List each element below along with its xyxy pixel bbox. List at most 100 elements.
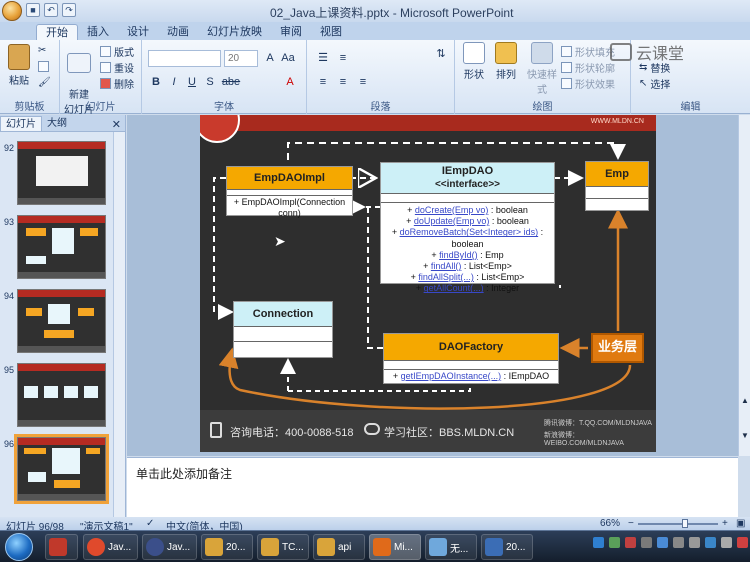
tab-slides[interactable]: 幻灯片 xyxy=(0,116,42,131)
tab-animation[interactable]: 动画 xyxy=(158,24,198,40)
taskbar-button[interactable]: 20... xyxy=(201,534,253,560)
tray-icon[interactable] xyxy=(721,537,732,548)
quick-styles-label: 快速样式 xyxy=(527,70,557,96)
shape-effects-button[interactable]: 形状效果 xyxy=(561,76,615,91)
tray-icon[interactable] xyxy=(737,537,748,548)
next-slide-icon[interactable]: ▼ xyxy=(741,431,749,440)
taskbar-button[interactable]: 20... xyxy=(481,534,533,560)
slide-footer: 咨询电话：400-0088-518 学习社区：BBS.MLDN.CN 腾讯微博：… xyxy=(200,410,656,452)
underline-button[interactable]: U xyxy=(184,74,200,90)
align-center-icon[interactable]: ≡ xyxy=(335,74,351,90)
grow-font-button[interactable]: A xyxy=(262,50,278,66)
network-icon[interactable] xyxy=(673,537,684,548)
layout-button[interactable]: 版式 xyxy=(100,44,134,59)
numbering-icon[interactable]: ≡ xyxy=(335,50,351,66)
taskbar-button[interactable]: Jav... xyxy=(142,534,197,560)
tab-view[interactable]: 视图 xyxy=(311,24,351,40)
close-icon[interactable]: ✕ xyxy=(112,118,121,131)
slide-thumbnail[interactable]: 93 xyxy=(0,213,114,283)
slide-panel-scrollbar[interactable] xyxy=(113,132,125,517)
font-name-field[interactable] xyxy=(148,50,221,67)
copy-icon[interactable] xyxy=(38,61,49,72)
shape-outline-label: 形状轮廓 xyxy=(575,64,615,75)
volume-icon[interactable] xyxy=(689,537,700,548)
taskbar-button[interactable]: 无... xyxy=(425,534,477,560)
taskbar-button[interactable] xyxy=(45,534,78,560)
operation: + doUpdate(Emp vo) : boolean xyxy=(406,216,529,227)
new-slide-icon xyxy=(67,53,91,73)
taskbar-button[interactable]: TC... xyxy=(257,534,309,560)
office-button[interactable] xyxy=(2,1,22,21)
taskbar: Jav... Jav... 20... TC... api Mi... 无...… xyxy=(0,530,750,562)
zoom-slider-thumb[interactable] xyxy=(682,519,688,528)
tray-icon[interactable] xyxy=(641,537,652,548)
italic-button[interactable]: I xyxy=(166,74,182,90)
connection-class: Connection xyxy=(233,301,333,358)
text-direction-icon[interactable]: ⇅ xyxy=(433,46,449,62)
align-left-icon[interactable]: ≡ xyxy=(315,74,331,90)
help-icon[interactable] xyxy=(593,537,604,548)
zoom-in-icon[interactable]: + xyxy=(722,518,728,529)
paste-icon xyxy=(8,44,30,70)
tray-icon[interactable] xyxy=(705,537,716,548)
slide-thumbnail[interactable]: 92 xyxy=(0,139,114,209)
zoom-out-icon[interactable]: − xyxy=(628,518,634,529)
bullets-icon[interactable]: ☰ xyxy=(315,50,331,66)
shape-fill-button[interactable]: 形状填充 xyxy=(561,44,615,59)
shadow-button[interactable]: S xyxy=(202,74,218,90)
iempdao-header: IEmpDAO <<interface>> xyxy=(381,163,554,193)
slide-thumbnail[interactable]: 95 xyxy=(0,361,114,431)
taskbar-button-active[interactable]: Mi... xyxy=(369,534,421,560)
taskbar-button[interactable]: Jav... xyxy=(83,534,138,560)
tray-icon[interactable] xyxy=(609,537,620,548)
shapes-button[interactable]: 形状 xyxy=(459,42,489,81)
slide-thumbnail[interactable]: 94 xyxy=(0,287,114,357)
prev-slide-icon[interactable]: ▲ xyxy=(741,396,749,405)
tray-icon[interactable] xyxy=(625,537,636,548)
strike-button[interactable]: abe xyxy=(220,74,242,90)
folder-icon xyxy=(261,538,279,556)
shapes-label: 形状 xyxy=(464,70,484,81)
delete-button[interactable]: 删除 xyxy=(100,76,134,91)
status-zoom[interactable]: 66% xyxy=(600,518,620,529)
operation: + findById() : Emp xyxy=(431,249,504,260)
font-color-button[interactable]: A xyxy=(282,74,298,90)
redo-icon[interactable]: ↷ xyxy=(62,3,76,17)
zoom-slider[interactable] xyxy=(638,523,718,525)
notes-placeholder[interactable]: 单击此处添加备注 xyxy=(136,465,232,482)
align-right-icon[interactable]: ≡ xyxy=(355,74,371,90)
tab-review[interactable]: 审阅 xyxy=(271,24,311,40)
select-button[interactable]: ↖ 选择 xyxy=(639,76,670,91)
tab-home[interactable]: 开始 xyxy=(36,24,78,40)
reset-button[interactable]: 重设 xyxy=(100,60,134,75)
taskbar-button[interactable]: api xyxy=(313,534,365,560)
delete-icon xyxy=(100,78,111,89)
tray-icon[interactable] xyxy=(657,537,668,548)
footer-phone: 咨询电话：400-0088-518 xyxy=(230,427,354,439)
connection-attrs xyxy=(234,326,332,341)
tab-slideshow[interactable]: 幻灯片放映 xyxy=(198,24,271,40)
spellcheck-icon[interactable]: ✓ xyxy=(146,518,154,529)
editor-scrollbar[interactable]: ▲ ▼ xyxy=(738,115,750,456)
drawing-group: 形状 排列 快速样式 形状填充 形状轮廓 形状效果 绘图 xyxy=(455,40,631,114)
start-button[interactable] xyxy=(5,533,33,561)
slide-thumbnail-selected[interactable]: 96 xyxy=(0,434,114,505)
font-size-field[interactable]: 20 xyxy=(224,50,258,67)
fit-window-icon[interactable]: ▣ xyxy=(736,518,745,529)
paste-button[interactable]: 粘贴 xyxy=(5,44,33,87)
format-painter-icon[interactable]: 🖌 xyxy=(38,77,51,88)
tab-outline[interactable]: 大纲 xyxy=(42,116,72,131)
notes-pane[interactable]: 单击此处添加备注 xyxy=(127,457,738,517)
tab-design[interactable]: 设计 xyxy=(118,24,158,40)
tab-insert[interactable]: 插入 xyxy=(78,24,118,40)
slide-number: 92 xyxy=(4,143,15,153)
shape-outline-button[interactable]: 形状轮廓 xyxy=(561,60,615,75)
arrange-button[interactable]: 排列 xyxy=(491,42,521,81)
undo-icon[interactable]: ↶ xyxy=(44,3,58,17)
bold-button[interactable]: B xyxy=(148,74,164,90)
window-title: 02_Java上课资料.pptx - Microsoft PowerPoint xyxy=(270,6,514,20)
shrink-font-button[interactable]: Aa xyxy=(280,50,296,66)
quick-styles-button[interactable]: 快速样式 xyxy=(523,42,561,96)
cut-icon[interactable]: ✂ xyxy=(38,45,46,56)
save-icon[interactable]: ■ xyxy=(26,3,40,17)
